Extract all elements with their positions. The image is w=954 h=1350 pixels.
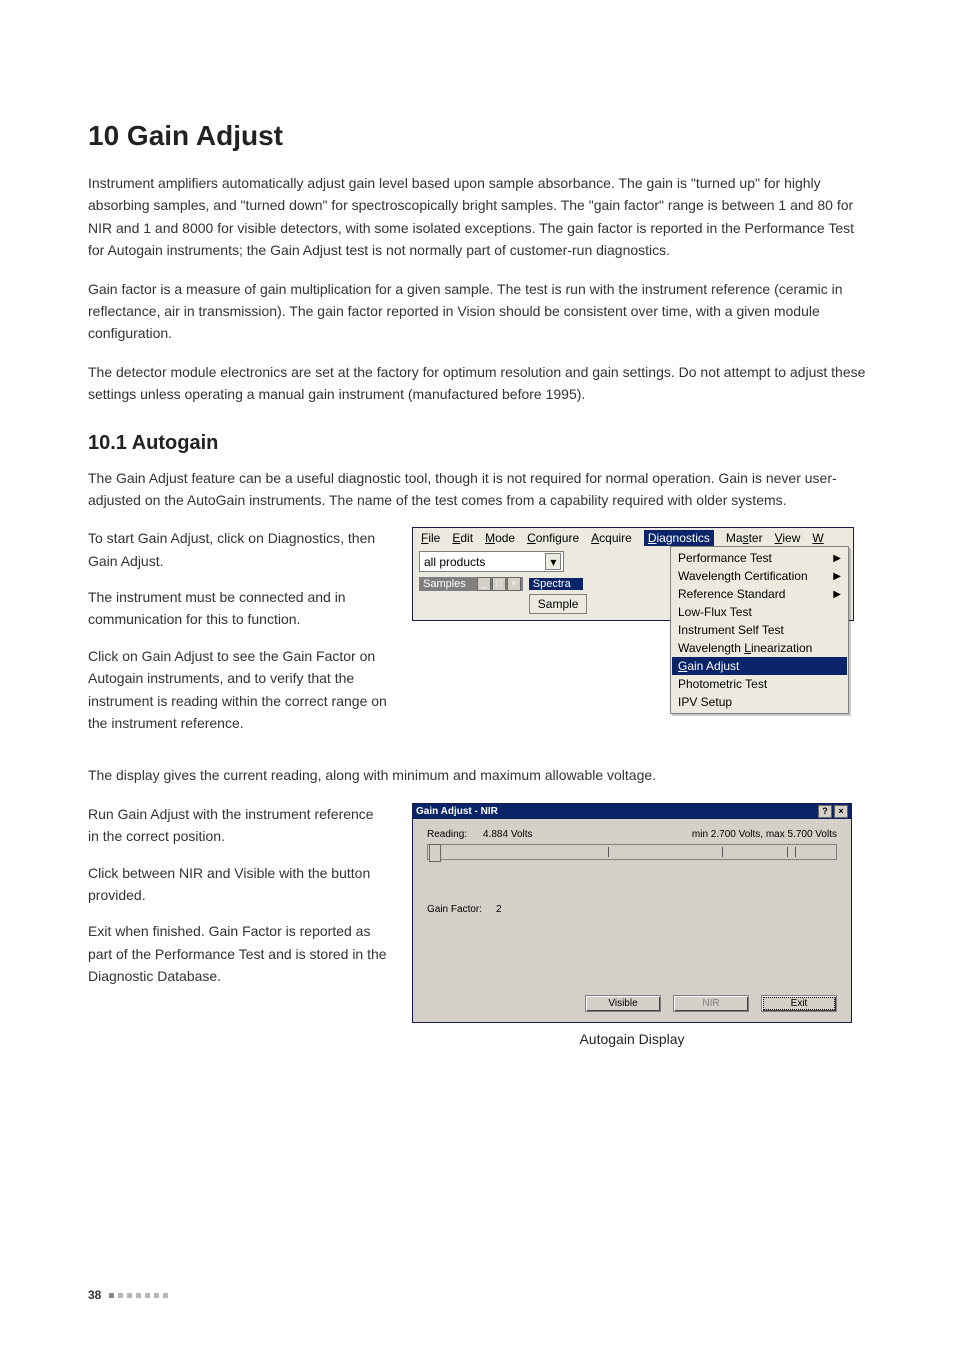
gain-factor-value: 2 xyxy=(496,904,502,915)
help-icon[interactable]: ? xyxy=(818,805,832,818)
subsection-heading: 10.1 Autogain xyxy=(88,432,874,455)
menu-view[interactable]: View xyxy=(775,531,801,545)
menu-screenshot: File Edit Mode Configure Acquire Diagnos… xyxy=(412,527,854,621)
dialog-titlebar: Gain Adjust - NIR ? × xyxy=(413,804,851,819)
menu-edit[interactable]: Edit xyxy=(452,531,473,545)
body-paragraph: The instrument must be connected and in … xyxy=(88,586,388,631)
menu-item-performance-test[interactable]: Performance Test▶ xyxy=(672,549,847,567)
visible-button[interactable]: Visible xyxy=(585,995,661,1012)
body-paragraph: Gain factor is a measure of gain multipl… xyxy=(88,278,874,345)
menu-acquire[interactable]: Acquire xyxy=(591,531,632,545)
submenu-arrow-icon: ▶ xyxy=(833,589,841,600)
close-icon[interactable]: × xyxy=(507,577,521,591)
body-paragraph: Run Gain Adjust with the instrument refe… xyxy=(88,803,388,848)
menu-item-wavelength-linearization[interactable]: Wavelength Linearization xyxy=(672,639,847,657)
menu-item-instrument-self-test[interactable]: Instrument Self Test xyxy=(672,621,847,639)
nir-button[interactable]: NIR xyxy=(673,995,749,1012)
slider-thumb[interactable] xyxy=(429,844,441,862)
section-heading: 10 Gain Adjust xyxy=(88,120,874,152)
submenu-arrow-icon: ▶ xyxy=(833,571,841,582)
reading-value: 4.884 Volts xyxy=(483,829,532,840)
menu-diagnostics[interactable]: Diagnostics xyxy=(644,530,714,546)
minimize-icon[interactable]: _ xyxy=(477,577,491,591)
range-label: min 2.700 Volts, max 5.700 Volts xyxy=(692,829,837,840)
menu-truncated[interactable]: W xyxy=(812,531,823,545)
menu-item-reference-standard[interactable]: Reference Standard▶ xyxy=(672,585,847,603)
menu-configure[interactable]: Configure xyxy=(527,531,579,545)
dialog-title: Gain Adjust - NIR xyxy=(416,806,498,817)
reading-label: Reading: xyxy=(427,829,467,840)
menu-item-gain-adjust[interactable]: Gain Adjust xyxy=(672,657,847,675)
page-number: 38 xyxy=(88,1288,101,1302)
close-icon[interactable]: × xyxy=(834,805,848,818)
footer-squares-icon xyxy=(109,1293,168,1298)
menu-item-photometric-test[interactable]: Photometric Test xyxy=(672,675,847,693)
exit-button[interactable]: Exit xyxy=(761,995,837,1012)
menu-item-low-flux-test[interactable]: Low-Flux Test xyxy=(672,603,847,621)
page-footer: 38 xyxy=(88,1288,168,1302)
mdi-samples-window[interactable]: Samples _ □ × xyxy=(419,577,523,591)
submenu-arrow-icon: ▶ xyxy=(833,553,841,564)
maximize-icon[interactable]: □ xyxy=(492,577,506,591)
body-paragraph: Click on Gain Adjust to see the Gain Fac… xyxy=(88,645,388,735)
combo-value: all products xyxy=(424,555,485,569)
sample-button[interactable]: Sample xyxy=(529,594,588,614)
body-paragraph: Instrument amplifiers automatically adju… xyxy=(88,172,874,262)
figure-caption: Autogain Display xyxy=(412,1031,852,1047)
body-paragraph: The Gain Adjust feature can be a useful … xyxy=(88,467,874,512)
body-paragraph: Exit when finished. Gain Factor is repor… xyxy=(88,920,388,987)
mdi-spectra-title: Spectra xyxy=(533,578,581,590)
menu-file[interactable]: File xyxy=(421,531,440,545)
menu-item-wavelength-cert[interactable]: Wavelength Certification▶ xyxy=(672,567,847,585)
menu-item-ipv-setup[interactable]: IPV Setup xyxy=(672,693,847,711)
gain-factor-label: Gain Factor: xyxy=(427,904,482,915)
mdi-spectra-window[interactable]: Spectra xyxy=(529,578,583,590)
body-paragraph: The display gives the current reading, a… xyxy=(88,764,874,786)
diagnostics-dropdown: Performance Test▶ Wavelength Certificati… xyxy=(670,546,849,714)
body-paragraph: Click between NIR and Visible with the b… xyxy=(88,862,388,907)
mdi-samples-title: Samples xyxy=(423,578,476,590)
reading-slider[interactable] xyxy=(427,844,837,860)
body-paragraph: The detector module electronics are set … xyxy=(88,361,874,406)
gain-adjust-dialog: Gain Adjust - NIR ? × Reading: 4.884 Vol… xyxy=(412,803,852,1023)
menu-mode[interactable]: Mode xyxy=(485,531,515,545)
menu-master[interactable]: Master xyxy=(726,531,763,545)
body-paragraph: To start Gain Adjust, click on Diagnosti… xyxy=(88,527,388,572)
product-combo[interactable]: all products ▾ xyxy=(419,551,564,572)
combo-caret-icon[interactable]: ▾ xyxy=(545,553,561,570)
